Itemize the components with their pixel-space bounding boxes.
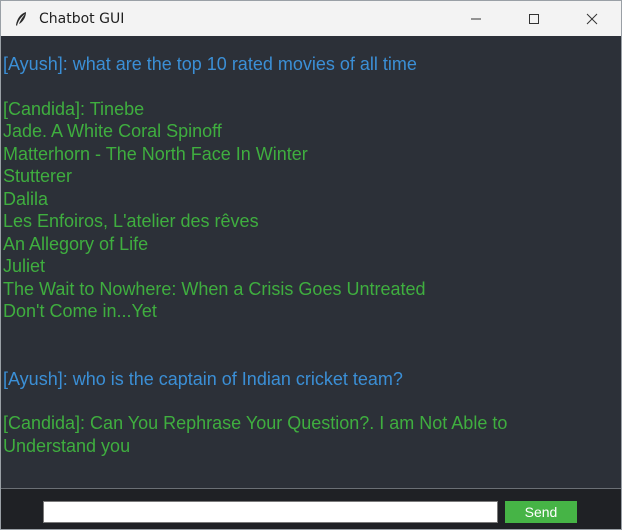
bot-message-line: The Wait to Nowhere: When a Crisis Goes … [3, 278, 426, 299]
minimize-icon [471, 18, 481, 19]
close-icon [586, 13, 598, 24]
bot-message-line: Les Enfoiros, L'atelier des rêves [3, 211, 259, 231]
title-bar: Chatbot GUI [1, 1, 621, 36]
input-bar: Send [1, 489, 621, 529]
chat-log[interactable]: [Ayush]: what are the top 10 rated movie… [1, 36, 621, 488]
bot-message-line: Matterhorn - The North Face In Winter [3, 143, 308, 164]
window-controls [447, 1, 621, 36]
bot-message-line: [Candida]: Tinebe [3, 98, 145, 119]
maximize-icon [529, 13, 539, 24]
bot-message-line: Stutterer [3, 166, 73, 186]
user-message: [Ayush]: what are the top 10 rated movie… [3, 54, 417, 74]
bot-message-line: Don't Come in...Yet [3, 301, 157, 321]
send-button[interactable]: Send [505, 501, 577, 523]
bot-message-line: Juliet [3, 256, 46, 276]
chatbot-window: Chatbot GUI [Ayush]: what are the top 10… [0, 0, 622, 530]
bot-message-line: Understand you [3, 435, 131, 456]
minimize-button[interactable] [447, 1, 505, 36]
bot-message-line: Jade. A White Coral Spinoff [3, 121, 222, 141]
bot-message-line: [Candida]: Can You Rephrase Your Questio… [3, 413, 508, 433]
bot-message-line: Dalila [3, 188, 49, 209]
window-title: Chatbot GUI [39, 10, 125, 27]
close-button[interactable] [563, 1, 621, 36]
feather-icon [16, 11, 26, 26]
maximize-button[interactable] [505, 1, 563, 36]
bot-message-line: An Allegory of Life [3, 233, 149, 254]
user-message: [Ayush]: who is the captain of Indian cr… [3, 368, 403, 389]
message-input[interactable] [43, 501, 498, 523]
